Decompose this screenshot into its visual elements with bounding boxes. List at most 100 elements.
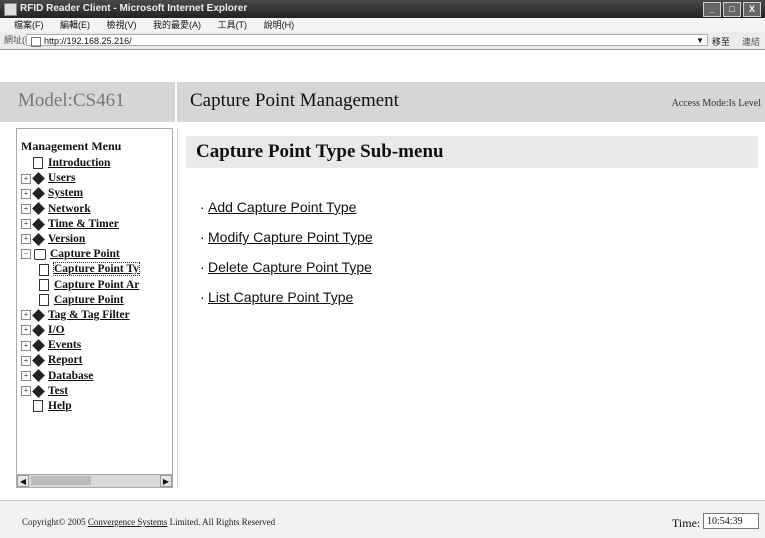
menu-item-capture-point-area[interactable]: Capture Point Ar xyxy=(17,278,172,293)
menu-item-users[interactable]: + Users xyxy=(17,171,172,186)
book-icon xyxy=(32,232,45,246)
expand-icon[interactable]: + xyxy=(21,370,31,381)
book-icon xyxy=(32,217,45,231)
management-menu-pane: Management Menu Introduction + Users + Sys… xyxy=(16,128,173,488)
scroll-left-icon[interactable]: ◀ xyxy=(17,475,29,487)
delete-capture-point-type-link[interactable]: Delete Capture Point Type xyxy=(208,259,372,275)
scroll-thumb[interactable] xyxy=(31,476,91,485)
book-icon xyxy=(32,324,45,337)
book-icon xyxy=(32,354,45,368)
add-capture-point-type-link[interactable]: Add Capture Point Type xyxy=(208,199,356,215)
expand-icon[interactable]: + xyxy=(21,234,31,245)
menu-link-capture-point-sub[interactable]: Capture Point xyxy=(54,294,124,306)
page-icon xyxy=(39,294,49,307)
scroll-right-icon[interactable]: ▶ xyxy=(160,475,172,487)
bullet-icon: · xyxy=(200,229,205,245)
menu-item-report[interactable]: + Report xyxy=(17,353,172,368)
expand-icon[interactable]: + xyxy=(21,203,31,214)
collapse-icon[interactable]: − xyxy=(21,249,31,260)
menu-link-users[interactable]: Users xyxy=(48,172,75,184)
copyright-suffix: Limited. All Rights Reserved xyxy=(167,517,276,527)
management-menu-title: Management Menu xyxy=(21,139,122,153)
expand-icon[interactable]: + xyxy=(21,310,31,321)
expand-icon[interactable]: + xyxy=(21,355,31,366)
menu-file[interactable]: 檔案(F) xyxy=(14,20,44,30)
menu-view[interactable]: 檢視(V) xyxy=(107,20,137,30)
menu-item-network[interactable]: + Network xyxy=(17,202,172,217)
expand-icon[interactable]: + xyxy=(21,173,31,184)
page-icon xyxy=(33,157,43,170)
bullet-icon: · xyxy=(200,259,205,275)
access-mode: Access Mode:Is Level xyxy=(671,98,761,109)
bullet-icon: · xyxy=(200,199,205,215)
page-icon xyxy=(31,36,41,47)
menu-help[interactable]: 說明(H) xyxy=(264,20,295,30)
menu-link-report[interactable]: Report xyxy=(48,354,83,366)
book-icon xyxy=(32,172,45,185)
menu-item-system[interactable]: + System xyxy=(17,186,172,201)
menu-tree: Introduction + Users + System + Network + Ti… xyxy=(17,156,172,414)
chevron-down-icon[interactable]: ▼ xyxy=(696,35,704,47)
links-button[interactable]: 連結 xyxy=(742,34,760,51)
company-link[interactable]: Convergence Systems xyxy=(88,517,168,527)
menu-item-tag-filter[interactable]: + Tag & Tag Filter xyxy=(17,308,172,323)
page-title: Capture Point Management xyxy=(190,90,399,111)
menu-link-test[interactable]: Test xyxy=(48,385,68,397)
ie-icon xyxy=(4,3,17,16)
menu-item-time-timer[interactable]: + Time & Timer xyxy=(17,217,172,232)
menu-link-time-timer[interactable]: Time & Timer xyxy=(48,218,119,230)
menu-link-io[interactable]: I/O xyxy=(48,324,65,336)
list-item: · List Capture Point Type xyxy=(200,282,373,312)
menu-link-system[interactable]: System xyxy=(48,187,83,199)
expand-icon[interactable]: + xyxy=(21,340,31,351)
menu-item-introduction[interactable]: Introduction xyxy=(17,156,172,171)
menu-item-test[interactable]: + Test xyxy=(17,384,172,399)
menu-favorites[interactable]: 我的最愛(A) xyxy=(153,20,201,30)
menu-link-help[interactable]: Help xyxy=(48,400,72,412)
go-button[interactable]: 移至 xyxy=(712,34,730,51)
expand-icon[interactable]: + xyxy=(21,188,31,199)
menu-link-network[interactable]: Network xyxy=(48,203,91,215)
expand-icon[interactable]: + xyxy=(21,219,31,230)
menu-item-version[interactable]: + Version xyxy=(17,232,172,247)
minimize-button[interactable]: _ xyxy=(703,2,721,17)
menu-item-help[interactable]: Help xyxy=(17,399,172,414)
menu-link-tag-filter[interactable]: Tag & Tag Filter xyxy=(48,309,130,321)
expand-icon[interactable]: + xyxy=(21,325,31,336)
address-input[interactable]: http://192.168.25.216/ ▼ xyxy=(26,34,708,47)
book-icon xyxy=(32,369,45,383)
menu-tools[interactable]: 工具(T) xyxy=(218,20,248,30)
menu-link-capture-point[interactable]: Capture Point xyxy=(50,248,120,260)
menu-link-version[interactable]: Version xyxy=(48,233,85,245)
menu-link-introduction[interactable]: Introduction xyxy=(48,157,110,169)
model-label: Model:CS461 xyxy=(18,90,125,111)
list-item: · Delete Capture Point Type xyxy=(200,252,373,282)
modify-capture-point-type-link[interactable]: Modify Capture Point Type xyxy=(208,229,373,245)
menu-link-capture-point-type[interactable]: Capture Point Ty xyxy=(53,262,140,277)
menu-item-database[interactable]: + Database xyxy=(17,369,172,384)
time-label: Time: xyxy=(672,516,701,530)
page-icon xyxy=(39,263,49,276)
menu-item-capture-point[interactable]: − Capture Point xyxy=(17,247,172,262)
menu-link-capture-point-area[interactable]: Capture Point Ar xyxy=(54,279,139,291)
time-field[interactable]: 10:54:39 xyxy=(703,513,759,529)
menu-edit[interactable]: 編輯(E) xyxy=(60,20,90,30)
maximize-button[interactable]: □ xyxy=(723,2,741,17)
list-item: · Modify Capture Point Type xyxy=(200,222,373,252)
expand-icon[interactable]: + xyxy=(21,386,31,397)
bullet-icon: · xyxy=(200,289,205,305)
menu-item-capture-point-type[interactable]: Capture Point Ty xyxy=(17,262,172,277)
page-footer: Copyright© 2005 Convergence Systems Limi… xyxy=(0,500,765,538)
list-capture-point-type-link[interactable]: List Capture Point Type xyxy=(208,289,353,305)
submenu-heading: Capture Point Type Sub-menu xyxy=(196,141,444,162)
menu-link-database[interactable]: Database xyxy=(48,370,93,382)
menu-item-capture-point-sub[interactable]: Capture Point xyxy=(17,293,172,308)
menu-item-events[interactable]: + Events xyxy=(17,338,172,353)
close-button[interactable]: X xyxy=(743,2,761,17)
page-header: Model:CS461 Capture Point Management Acc… xyxy=(0,82,765,122)
horizontal-scrollbar[interactable]: ◀ ▶ xyxy=(17,474,172,487)
book-icon xyxy=(32,202,45,216)
menu-link-events[interactable]: Events xyxy=(48,339,81,351)
menu-item-io[interactable]: + I/O xyxy=(17,323,172,338)
address-bar: 網址(D) http://192.168.25.216/ ▼ 移至 連結 xyxy=(0,32,765,50)
